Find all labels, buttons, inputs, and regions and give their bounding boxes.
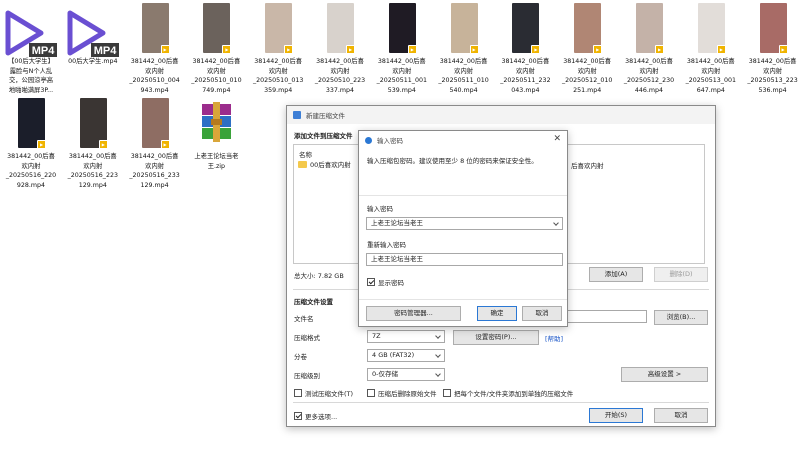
play-badge-icon: ▶ — [98, 140, 108, 149]
mp4-badge-text: MP4 — [32, 45, 56, 57]
play-badge-icon: ▶ — [593, 45, 603, 54]
play-badge-icon: ▶ — [346, 45, 355, 54]
split-label: 分卷 — [294, 353, 307, 361]
checkbox-label: 压缩后删除原始文件 — [378, 390, 437, 398]
reenter-password-input[interactable]: 上老王论坛当老王 — [366, 253, 563, 266]
play-badge-icon: ▶ — [160, 45, 170, 54]
level-select[interactable]: 0-仅存储 — [367, 368, 445, 381]
format-select[interactable]: 7Z — [367, 330, 445, 343]
total-size: 总大小: 7.82 GB — [294, 272, 344, 280]
checkbox-label: 显示密码 — [378, 279, 404, 287]
start-button[interactable]: 开始(S) — [589, 408, 643, 423]
divider — [359, 195, 567, 196]
checkbox-box — [367, 278, 375, 286]
play-badge-icon: ▶ — [284, 45, 294, 54]
play-badge-icon: ▶ — [778, 45, 788, 54]
split-select[interactable]: 4 GB (FAT32) — [367, 349, 445, 362]
password-manager-button[interactable]: 密码管理器... — [366, 306, 461, 321]
delete-after-checkbox[interactable]: 压缩后删除原始文件 — [367, 388, 437, 398]
play-badge-icon: ▶ — [655, 45, 664, 54]
close-icon[interactable]: ✕ — [553, 134, 561, 144]
ok-button[interactable]: 确定 — [477, 306, 517, 321]
file-label: 381442_00后喜 欢内射 _20250512_230 446.mp4 — [623, 58, 675, 94]
play-badge-icon: ▶ — [469, 45, 479, 54]
dialog-titlebar: 新建压缩文件 — [287, 106, 715, 124]
add-files-section: 添加文件到压缩文件 — [294, 132, 353, 140]
play-badge-icon: ▶ — [716, 45, 726, 54]
list-item[interactable]: 00后喜欢内射 — [298, 159, 351, 169]
advanced-settings-button[interactable]: 高级设置 > — [621, 367, 708, 382]
file-label: 381442_00后喜 欢内射 _20250513_001 647.mp4 — [685, 58, 736, 94]
list-item-label: 00后喜欢内射 — [310, 161, 351, 169]
dialog-title: 新建压缩文件 — [306, 112, 345, 120]
separate-archive-checkbox[interactable]: 把每个文件/文件夹添加到单独的压缩文件 — [443, 388, 573, 398]
checkbox-label: 把每个文件/文件夹添加到单独的压缩文件 — [454, 390, 574, 398]
enter-password-label: 输入密码 — [367, 205, 393, 213]
checkbox-box — [367, 389, 375, 397]
set-password-button[interactable]: 设置密码(P)... — [453, 330, 539, 345]
password-dialog: 输入密码 ✕ 输入压缩包密码。建议使用至少 8 位的密码来保证安全性。 输入密码… — [358, 130, 568, 327]
format-label: 压缩格式 — [294, 334, 320, 342]
divider — [293, 402, 709, 403]
file-label: 381442_00后喜 欢内射 _20250510_004 943.mp4 — [129, 58, 180, 94]
desktop: MP4 【00后大学生】 露脸与N个人乱 交，公园涼亭高 地啪啪满屏3P... MP… — [0, 0, 800, 452]
checkbox-box — [443, 389, 451, 397]
file-label: 381442_00后喜 欢内射 _20250516_233 129.mp4 — [129, 153, 180, 189]
reenter-password-label: 重新输入密码 — [367, 241, 406, 249]
play-badge-icon: ▶ — [222, 45, 232, 54]
play-badge-icon: ▶ — [407, 45, 417, 54]
file-label: 00后大学生.mp4 — [68, 58, 118, 65]
winrar-archive-icon — [200, 102, 233, 142]
play-badge-icon: ▶ — [531, 45, 541, 54]
mp4-video-icon: MP4 — [5, 9, 59, 59]
checkbox-label: 更多选项... — [305, 413, 338, 421]
file-label: 381442_00后喜 欢内射 _20250510_010 749.mp4 — [191, 58, 242, 94]
password-title: 输入密码 — [377, 137, 403, 145]
file-label: 381442_00后喜 欢内射 _20250511_232 043.mp4 — [500, 58, 551, 94]
archive-app-icon — [293, 111, 301, 119]
list-item-right: 后喜欢内射 — [571, 162, 604, 170]
archive-settings-section: 压缩文件设置 — [294, 298, 333, 306]
checkbox-box — [294, 389, 302, 397]
play-badge-icon: ▶ — [160, 140, 170, 149]
more-options-checkbox[interactable]: 更多选项... — [294, 411, 337, 421]
mp4-video-icon: MP4 — [67, 9, 121, 59]
browse-button[interactable]: 浏览(B)... — [654, 310, 708, 325]
file-label: 381442_00后喜 欢内射 _20250512_010 251.mp4 — [562, 58, 613, 94]
enter-password-input[interactable]: 上老王论坛当老王 — [366, 217, 563, 230]
help-link[interactable]: [帮助] — [545, 333, 563, 343]
checkbox-box — [294, 412, 302, 420]
folder-icon — [298, 160, 307, 168]
password-description: 输入压缩包密码。建议使用至少 8 位的密码来保证安全性。 — [367, 157, 538, 165]
file-label: 381442_00后喜 欢内射 _20250513_223 536.mp4 — [747, 58, 798, 94]
file-label: 381442_00后喜 欢内射 _20250516_220 928.mp4 — [5, 153, 57, 189]
filename-label: 文件名 — [294, 315, 314, 323]
test-archive-checkbox[interactable]: 测试压缩文件(T) — [294, 388, 353, 398]
file-label: 381442_00后喜 欢内射 _20250510_013 359.mp4 — [253, 58, 304, 94]
cancel-button[interactable]: 取消 — [654, 408, 708, 423]
delete-button[interactable]: 删除(D) — [654, 267, 708, 282]
add-button[interactable]: 添加(A) — [589, 267, 643, 282]
show-password-checkbox[interactable]: 显示密码 — [367, 277, 404, 287]
mp4-badge-text: MP4 — [93, 45, 117, 57]
password-titlebar: 输入密码 ✕ — [359, 131, 567, 149]
file-label: 381442_00后喜 欢内射 _20250511_001 539.mp4 — [376, 58, 427, 94]
file-label: 381442_00后喜 欢内射 _20250516_223 129.mp4 — [67, 153, 118, 189]
file-label: 381442_00后喜 欢内射 _20250510_223 337.mp4 — [314, 58, 366, 94]
password-app-icon — [365, 136, 372, 144]
play-badge-icon: ▶ — [37, 140, 46, 149]
checkbox-label: 测试压缩文件(T) — [305, 390, 354, 398]
column-name[interactable]: 名称 — [299, 149, 312, 159]
file-label: 【00后大学生】 露脸与N个人乱 交，公园涼亭高 地啪啪满屏3P... — [8, 58, 54, 94]
file-label: 上老王论坛当老 王.zip — [194, 153, 239, 170]
password-cancel-button[interactable]: 取消 — [522, 306, 562, 321]
level-label: 压缩级别 — [294, 372, 320, 380]
divider — [359, 299, 567, 300]
file-label: 381442_00后喜 欢内射 _20250511_010 540.mp4 — [438, 58, 489, 94]
